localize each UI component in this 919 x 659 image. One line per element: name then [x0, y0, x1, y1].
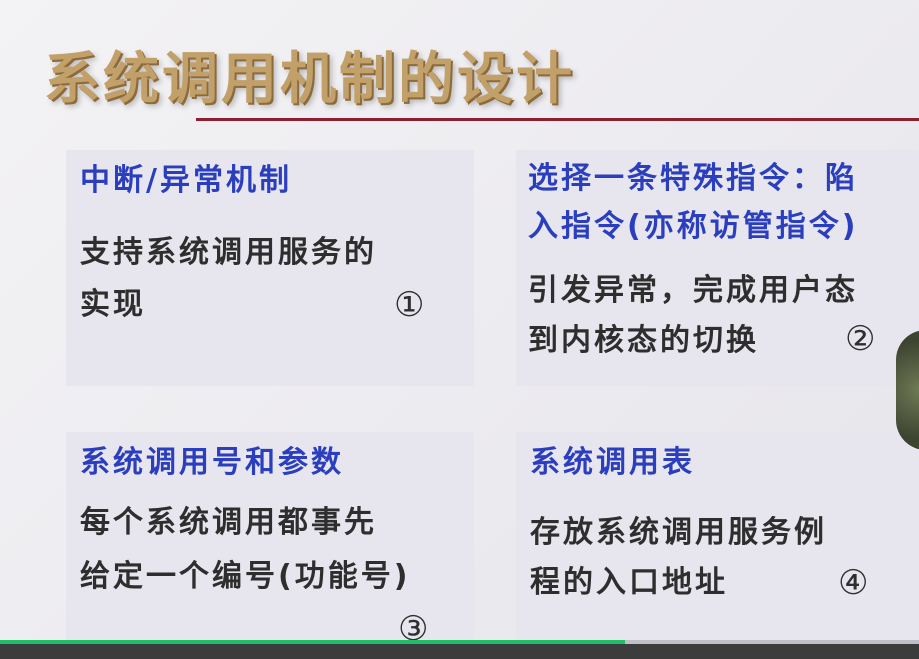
panel-4-body-line-1: 存放系统调用服务例: [530, 515, 827, 550]
panel-3-body-line-1: 每个系统调用都事先: [80, 505, 377, 540]
panel-1-body-line-1: 支持系统调用服务的: [80, 235, 377, 270]
panel-1-body-line-2: 实现: [80, 287, 146, 322]
panel-4-body-line-2: 程的入口地址: [530, 565, 728, 600]
panel-1-number-marker: ①: [394, 285, 425, 325]
title-underline: [196, 118, 919, 121]
panel-2-body-line-2: 到内核态的切换: [528, 323, 759, 358]
panel-3-heading: 系统调用号和参数: [80, 445, 344, 480]
panel-2-body-line-1: 引发异常，完成用户态: [528, 273, 858, 308]
slide-title: 系统调用机制的设计: [44, 47, 575, 112]
player-control-bar: [0, 644, 919, 659]
panel-1-heading: 中断/异常机制: [80, 163, 292, 198]
panel-3-body-line-2: 给定一个编号(功能号): [80, 559, 411, 594]
panel-2-heading-line-1: 选择一条特殊指令：陷: [528, 161, 858, 196]
panel-4-number-marker: ④: [838, 563, 869, 603]
presenter-shoulder: [896, 330, 919, 450]
panel-2-heading-line-2: 入指令(亦称访管指令): [528, 209, 859, 244]
video-frame: 系统调用机制的设计 中断/异常机制 支持系统调用服务的 实现 ① 选择一条特殊指…: [0, 0, 919, 659]
panel-4-heading: 系统调用表: [530, 445, 695, 480]
panel-2-number-marker: ②: [845, 319, 876, 359]
